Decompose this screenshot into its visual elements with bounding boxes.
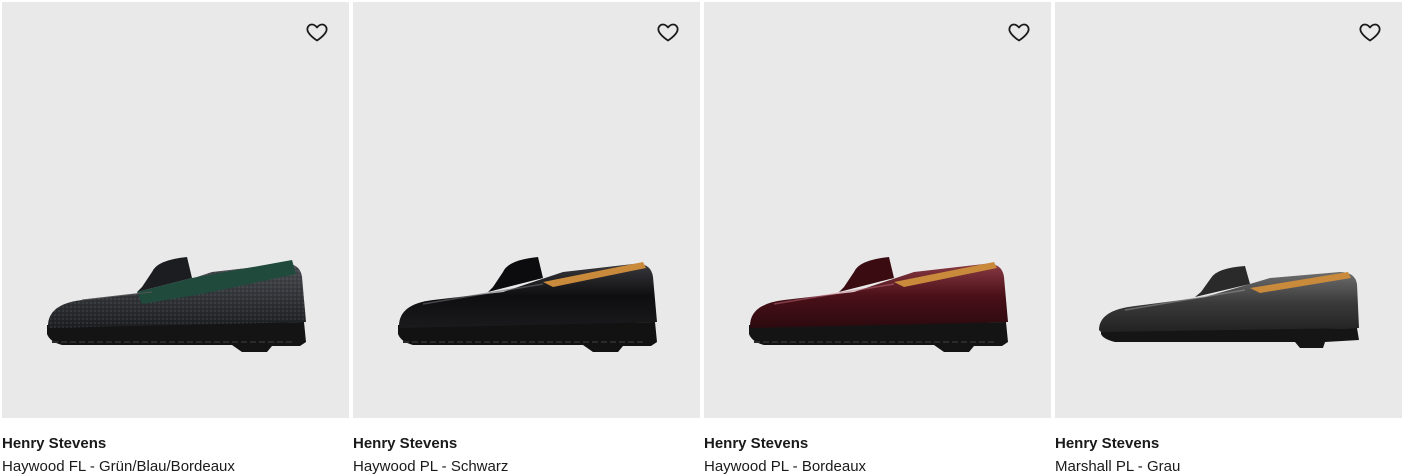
product-name[interactable]: Haywood FL - Grün/Blau/Bordeaux <box>2 458 235 476</box>
product-card[interactable]: Henry Stevens Haywood FL - Grün/Blau/Bor… <box>2 2 349 476</box>
product-name[interactable]: Marshall PL - Grau <box>1055 458 1180 476</box>
product-grid: Henry Stevens Haywood FL - Grün/Blau/Bor… <box>2 2 1405 476</box>
product-card[interactable]: Henry Stevens Haywood PL - Schwarz <box>353 2 700 476</box>
wishlist-button[interactable] <box>1006 19 1032 45</box>
product-image[interactable] <box>353 2 700 418</box>
product-image[interactable] <box>2 2 349 418</box>
product-brand[interactable]: Henry Stevens <box>2 435 106 453</box>
heart-outline-icon <box>1008 23 1030 42</box>
heart-outline-icon <box>306 23 328 42</box>
loafer-shoe-image <box>47 257 306 352</box>
heart-outline-icon <box>1359 23 1381 42</box>
product-card[interactable]: Henry Stevens Haywood PL - Bordeaux <box>704 2 1051 476</box>
product-name[interactable]: Haywood PL - Bordeaux <box>704 458 866 476</box>
loafer-shoe-image <box>749 257 1008 352</box>
product-brand[interactable]: Henry Stevens <box>353 435 457 453</box>
heart-outline-icon <box>657 23 679 42</box>
product-image[interactable] <box>1055 2 1402 418</box>
product-brand[interactable]: Henry Stevens <box>1055 435 1159 453</box>
product-name[interactable]: Haywood PL - Schwarz <box>353 458 508 476</box>
product-brand[interactable]: Henry Stevens <box>704 435 808 453</box>
loafer-shoe-image <box>1099 266 1359 348</box>
loafer-shoe-image <box>398 257 657 352</box>
wishlist-button[interactable] <box>304 19 330 45</box>
product-image[interactable] <box>704 2 1051 418</box>
wishlist-button[interactable] <box>655 19 681 45</box>
product-card[interactable]: Henry Stevens Marshall PL - Grau <box>1055 2 1402 476</box>
wishlist-button[interactable] <box>1357 19 1383 45</box>
